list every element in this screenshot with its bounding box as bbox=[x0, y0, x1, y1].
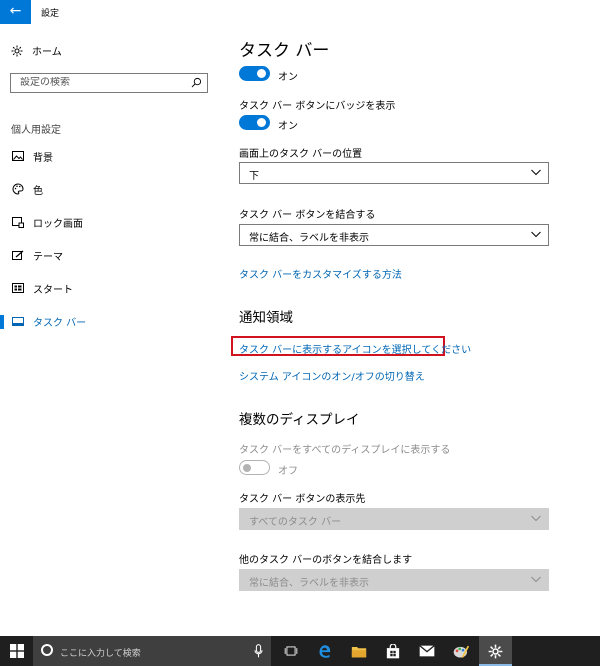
combine-other-dropdown[interactable]: 常に結合、ラベルを非表示 bbox=[239, 569, 549, 591]
sidebar-item-label: ロック画面 bbox=[33, 218, 83, 230]
taskbar-search-placeholder: ここに入力して検索 bbox=[60, 649, 141, 659]
taskbar-position-dropdown[interactable]: 下 bbox=[239, 162, 549, 184]
show-all-displays-toggle[interactable] bbox=[239, 460, 270, 475]
start-icon bbox=[11, 282, 24, 295]
combine-other-label: 他のタスク バーのボタンを結合します bbox=[239, 555, 413, 566]
palette-icon bbox=[11, 183, 24, 196]
sidebar-item-home[interactable]: ホーム bbox=[11, 43, 62, 58]
sidebar-item-lock-screen[interactable]: ロック画面 bbox=[11, 214, 83, 230]
mail-icon[interactable] bbox=[410, 636, 443, 666]
dropdown-value: 常に結合、ラベルを非表示 bbox=[249, 578, 369, 589]
chevron-down-icon bbox=[531, 169, 541, 176]
windows-logo-icon bbox=[9, 644, 24, 658]
sidebar-item-label: テーマ bbox=[33, 251, 63, 263]
gear-icon bbox=[11, 45, 23, 56]
theme-icon bbox=[11, 249, 24, 262]
chevron-down-icon bbox=[531, 231, 541, 238]
dropdown-value: 常に結合、ラベルを非表示 bbox=[249, 233, 369, 244]
start-button[interactable] bbox=[0, 636, 33, 666]
sidebar-item-label: タスク バー bbox=[33, 317, 87, 329]
sidebar-item-theme[interactable]: テーマ bbox=[11, 247, 63, 263]
show-all-displays-label: タスク バーをすべてのディスプレイに表示する bbox=[239, 445, 451, 456]
window-title: 設定 bbox=[41, 9, 60, 19]
task-view-icon[interactable] bbox=[274, 636, 307, 666]
sidebar-item-taskbar[interactable]: タスク バー bbox=[11, 313, 86, 329]
select-taskbar-icons-link[interactable]: タスク バーに表示するアイコンを選択してください bbox=[239, 341, 471, 356]
back-button[interactable]: ← bbox=[0, 0, 31, 24]
sidebar-home-label: ホーム bbox=[32, 47, 62, 58]
sidebar-item-label: スタート bbox=[33, 284, 73, 296]
system-icons-toggle-link[interactable]: システム アイコンのオン/オフの切り替え bbox=[239, 368, 425, 383]
sidebar-item-background[interactable]: 背景 bbox=[11, 148, 53, 164]
sidebar-section-heading: 個人用設定 bbox=[11, 125, 61, 136]
dropdown-value: すべてのタスク バー bbox=[249, 517, 342, 528]
chevron-down-icon bbox=[531, 576, 541, 583]
customize-taskbar-link[interactable]: タスク バーをカスタマイズする方法 bbox=[239, 266, 402, 281]
sidebar-item-color[interactable]: 色 bbox=[11, 181, 43, 197]
toggle-state-label: オン bbox=[278, 72, 298, 83]
settings-icon[interactable] bbox=[479, 636, 512, 666]
file-explorer-icon[interactable] bbox=[342, 636, 375, 666]
selected-indicator bbox=[0, 315, 4, 329]
toggle-state-label: オン bbox=[278, 121, 298, 132]
sidebar-item-label: 色 bbox=[33, 185, 43, 197]
combine-label: タスク バー ボタンを結合する bbox=[239, 210, 376, 221]
sidebar-item-label: 背景 bbox=[33, 152, 53, 164]
picture-icon bbox=[11, 150, 24, 163]
badge-setting-label: タスク バー ボタンにバッジを表示 bbox=[239, 101, 396, 112]
paint-icon[interactable] bbox=[444, 636, 477, 666]
dropdown-value: 下 bbox=[249, 171, 259, 182]
lock-taskbar-toggle[interactable] bbox=[239, 66, 270, 81]
title-bar: ← 設定 bbox=[0, 0, 600, 24]
sidebar: ホーム 個人用設定 背景 色 ロック画面 テーマ bbox=[0, 24, 220, 636]
buttons-on-label: タスク バー ボタンの表示先 bbox=[239, 494, 366, 505]
page-title: タスク バー bbox=[239, 41, 330, 61]
toggle-state-label: オフ bbox=[278, 466, 298, 477]
badge-toggle[interactable] bbox=[239, 115, 270, 130]
sidebar-item-start[interactable]: スタート bbox=[11, 280, 73, 296]
chevron-down-icon bbox=[531, 515, 541, 522]
combine-buttons-dropdown[interactable]: 常に結合、ラベルを非表示 bbox=[239, 224, 549, 246]
notification-area-heading: 通知領域 bbox=[239, 310, 293, 326]
microphone-icon[interactable] bbox=[254, 644, 263, 658]
windows-taskbar: ここに入力して検索 bbox=[0, 636, 600, 666]
cortana-icon bbox=[41, 644, 53, 656]
search-icon[interactable] bbox=[191, 77, 202, 88]
multiple-displays-heading: 複数のディスプレイ bbox=[239, 412, 360, 428]
lock-screen-icon bbox=[11, 216, 24, 229]
edge-icon[interactable] bbox=[308, 636, 341, 666]
buttons-on-dropdown[interactable]: すべてのタスク バー bbox=[239, 508, 549, 530]
position-label: 画面上のタスク バーの位置 bbox=[239, 149, 363, 160]
taskbar-icon bbox=[11, 315, 24, 328]
settings-search-box[interactable] bbox=[10, 73, 208, 93]
search-input[interactable] bbox=[20, 77, 190, 88]
store-icon[interactable] bbox=[376, 636, 409, 666]
taskbar-search-box[interactable]: ここに入力して検索 bbox=[33, 636, 271, 666]
